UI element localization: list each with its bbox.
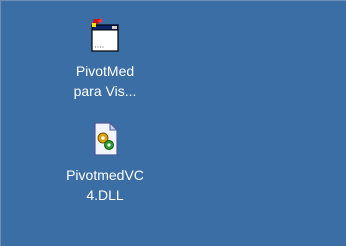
icon-label: PivotmedVC 4.DLL [66,165,144,205]
desktop-icon-pivotmedvc4-dll[interactable]: PivotmedVC 4.DLL [55,121,155,205]
icon-label-line1: PivotMed [75,63,135,79]
desktop[interactable]: PivotMed para Vis... PivotmedVC 4.DLL [0,0,346,246]
icon-label: PivotMed para Vis... [74,61,137,101]
icon-label-line2: para Vis... [73,83,137,99]
application-window-icon [91,18,119,52]
dll-file-icon [94,121,119,156]
desktop-icon-pivotmed[interactable]: PivotMed para Vis... [55,17,155,101]
icon-label-line1: PivotmedVC [66,167,144,183]
icon-label-line2: 4.DLL [86,187,124,203]
